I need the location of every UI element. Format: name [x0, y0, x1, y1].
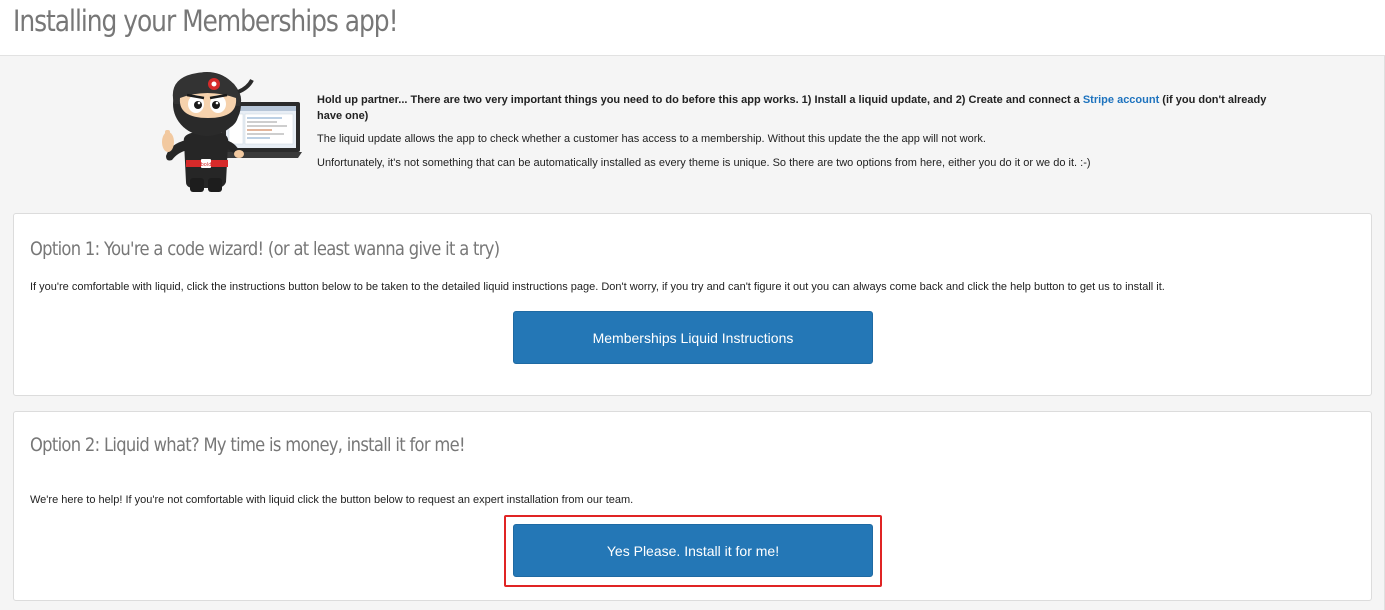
intro-paragraph-3: Unfortunately, it's not something that c… — [317, 157, 1091, 169]
page-title: Installing your Memberships app! — [13, 4, 399, 38]
intro-text: Hold up partner... There are two very im… — [317, 92, 1277, 179]
option-2-heading: Option 2: Liquid what? My time is money,… — [30, 434, 466, 456]
stripe-account-link[interactable]: Stripe account — [1083, 94, 1159, 106]
ninja-mascot-icon: bold — [152, 70, 302, 194]
intro-paragraph-2: The liquid update allows the app to chec… — [317, 133, 986, 145]
liquid-instructions-button[interactable]: Memberships Liquid Instructions — [513, 311, 873, 364]
option-2-card: Option 2: Liquid what? My time is money,… — [13, 411, 1372, 601]
install-for-me-button[interactable]: Yes Please. Install it for me! — [513, 524, 873, 577]
intro-warning: Hold up partner... There are two very im… — [317, 94, 1267, 122]
option-2-description: We're here to help! If you're not comfor… — [30, 494, 634, 506]
option-1-card: Option 1: You're a code wizard! (or at l… — [13, 213, 1372, 396]
page-header: Installing your Memberships app! — [0, 0, 1385, 56]
option-1-description: If you're comfortable with liquid, click… — [30, 281, 1165, 293]
option-1-heading: Option 1: You're a code wizard! (or at l… — [30, 238, 500, 260]
mascot-badge: bold — [201, 162, 212, 168]
